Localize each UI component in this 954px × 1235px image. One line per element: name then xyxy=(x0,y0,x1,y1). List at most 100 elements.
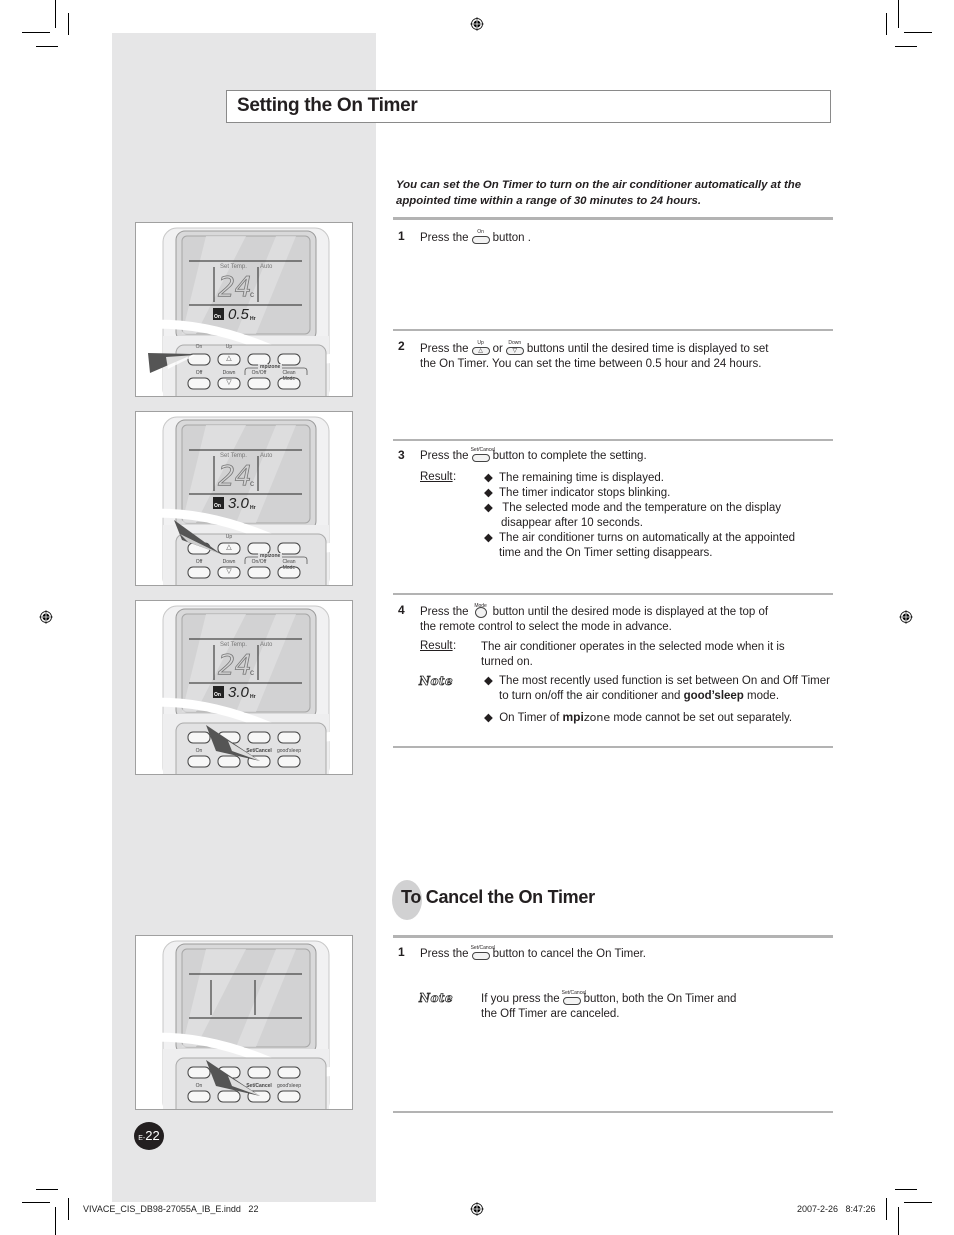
timer-unit: Hr xyxy=(250,316,256,322)
step-number: 3 xyxy=(398,448,405,462)
remote-button xyxy=(277,731,301,744)
mode-label: Auto xyxy=(260,642,273,648)
remote-button xyxy=(187,1090,211,1103)
crop-mark xyxy=(886,1198,887,1220)
footer-file-info: VIVACE_CIS_DB98-27055A_IB_E.indd 22 xyxy=(83,1204,259,1214)
remote-button xyxy=(247,731,271,744)
on-button-icon: On xyxy=(471,230,491,244)
registration-mark-icon xyxy=(899,610,913,624)
temperature-unit: c xyxy=(250,668,254,677)
temperature-display: 24 xyxy=(218,648,253,682)
note-label: Note xyxy=(419,991,454,1006)
crop-mark xyxy=(895,46,917,47)
remote-button-label: Down xyxy=(222,559,236,565)
set-cancel-button-icon: Set/Cancel xyxy=(471,448,495,462)
registration-mark-icon xyxy=(470,17,484,31)
result-colon: : xyxy=(453,640,457,652)
timer-value-display: 3.0 xyxy=(228,684,249,701)
cancel-step-text: Press the Set/Cancel button to cancel the … xyxy=(420,945,646,960)
page-number-badge: E-22 xyxy=(134,1122,164,1150)
remote-button xyxy=(187,377,211,390)
down-arrow-icon: ▽ xyxy=(226,568,232,575)
up-arrow-icon: △ xyxy=(226,355,232,362)
footer-timestamp: 2007-2-26 8:47:26 xyxy=(797,1204,876,1214)
timer-unit: Hr xyxy=(250,694,256,700)
good-sleep-brand: good’sleep xyxy=(683,690,744,702)
remote-button xyxy=(217,1090,241,1103)
page-title-box: Setting the On Timer xyxy=(226,90,831,123)
result-list: ◆ The remaining time is displayed. ◆ The… xyxy=(484,471,795,561)
remote-button xyxy=(277,1066,301,1079)
remote-button-label: Set/Cancel xyxy=(246,748,272,754)
remote-button-label: Set/Cancel xyxy=(246,1083,272,1089)
remote-button xyxy=(247,566,271,579)
timer-value-display: 0.5 xyxy=(228,306,249,323)
remote-button-label: Down xyxy=(222,370,236,376)
mpi-brand: mpi xyxy=(562,710,584,724)
result-colon: : xyxy=(453,471,457,483)
remote-control-figure: On Set/Cancel good'sleep xyxy=(135,935,353,1110)
result-item: ◆ The air conditioner turns on automatic… xyxy=(484,532,796,559)
zone-brand: zone xyxy=(583,711,611,724)
divider xyxy=(393,329,833,331)
step-1-text: Press the On button . xyxy=(420,229,531,244)
remote-button-label: On/Off xyxy=(251,559,267,565)
result-item: ◆ The remaining time is displayed. xyxy=(484,472,664,484)
remote-button-label: Up xyxy=(225,534,233,540)
cancel-section-title: To Cancel the On Timer xyxy=(401,887,595,907)
note-item: ◆ On Timer of mpizone mode cannot be set… xyxy=(484,710,793,724)
remote-button-label: Up xyxy=(225,344,233,350)
step-number: 4 xyxy=(398,603,405,617)
timer-value-display: 3.0 xyxy=(228,495,249,512)
remote-control-illustration xyxy=(136,940,352,1109)
note-list: ◆ The most recently used function is set… xyxy=(484,674,830,726)
divider xyxy=(393,935,833,938)
temperature-display: 24 xyxy=(218,459,253,493)
crop-mark xyxy=(55,0,56,28)
remote-button-label: Off xyxy=(195,559,203,565)
crop-mark xyxy=(22,1202,50,1203)
note-label: Note xyxy=(419,674,454,689)
divider xyxy=(393,1111,833,1113)
remote-control-figure: Set Temp. Auto 24 c On 0.5 Hr On Up △ Off… xyxy=(135,222,353,397)
crop-mark xyxy=(898,0,899,28)
crop-mark xyxy=(68,1198,69,1220)
remote-button-label: On/Off xyxy=(251,370,267,376)
crop-mark xyxy=(22,32,50,33)
mode-button-icon: Mode xyxy=(471,604,491,618)
step-number: 1 xyxy=(398,229,405,243)
remote-control-figure: Set Temp. Auto 24 c On 3.0 Hr On Set/Canc… xyxy=(135,600,353,775)
temperature-display: 24 xyxy=(218,270,253,304)
mpizone-group-label: mpizone xyxy=(258,364,283,370)
crop-mark xyxy=(36,46,58,47)
step-number: 2 xyxy=(398,339,405,353)
down-button-icon: Down ▽ xyxy=(505,341,525,355)
up-button-icon: Up △ xyxy=(471,341,491,355)
timer-on-indicator: On xyxy=(214,692,221,698)
remote-button-label: On xyxy=(195,1083,203,1089)
crop-mark xyxy=(55,1207,56,1235)
up-arrow-icon: △ xyxy=(226,544,232,551)
registration-mark-icon xyxy=(470,1202,484,1216)
temperature-unit: c xyxy=(250,479,254,488)
remote-button xyxy=(277,1090,301,1103)
temperature-unit: c xyxy=(250,290,254,299)
remote-button xyxy=(187,731,211,744)
crop-mark xyxy=(886,13,887,35)
set-cancel-button-icon: Set/Cancel xyxy=(471,946,495,960)
remote-button-label: Clean Mode xyxy=(282,559,296,571)
result-item: ◆ The selected mode and the temperature … xyxy=(484,502,781,529)
timer-on-indicator: On xyxy=(214,314,221,320)
page-title: Setting the On Timer xyxy=(237,95,418,116)
step-4-text: Press the Mode button until the desired mo… xyxy=(420,603,769,634)
mode-label: Auto xyxy=(260,453,273,459)
cancel-note-text: If you press the Set/Cancel button, both t… xyxy=(481,990,737,1021)
remote-button xyxy=(247,377,271,390)
remote-button xyxy=(217,755,241,768)
remote-control-figure: Set Temp. Auto 24 c On 3.0 Hr Up △ Off Do… xyxy=(135,411,353,586)
mpizone-group-label: mpizone xyxy=(258,553,283,559)
remote-button-label: Clean Mode xyxy=(282,370,296,382)
crop-mark xyxy=(898,1207,899,1235)
crop-mark xyxy=(36,1189,58,1190)
step-2-text: Press the Up △ or Down ▽ buttons until the des… xyxy=(420,340,769,371)
